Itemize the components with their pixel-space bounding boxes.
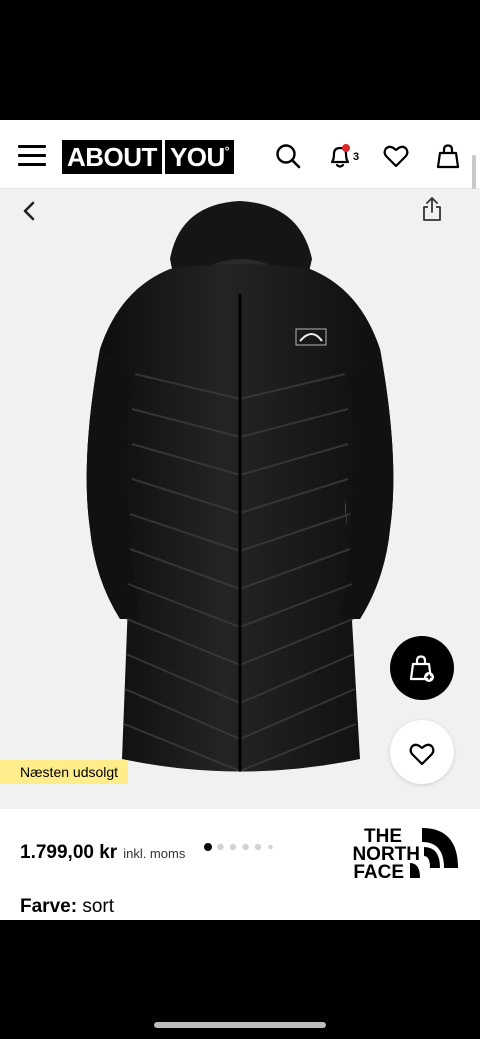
price-note: inkl. moms [123,846,186,861]
about-you-logo[interactable]: ABOUT YOU° [62,140,235,174]
price-value: 1.799,00 kr [20,842,118,863]
color-selection: Farve: sort [20,896,114,918]
color-value: sort [82,896,114,917]
back-arrow-icon[interactable] [18,199,42,223]
add-to-cart-button[interactable] [390,636,454,700]
pagination-dot[interactable] [229,843,237,851]
pagination-dot[interactable] [204,843,212,851]
product-image-jacket [86,201,394,773]
top-header: ABOUT YOU° 3 [0,120,480,215]
logo-text-left: ABOUT [62,140,162,174]
pagination-dot[interactable] [254,843,262,851]
low-stock-badge: Næsten udsolgt [0,760,129,784]
home-indicator[interactable] [154,1022,326,1028]
pagination-dot[interactable] [217,843,224,851]
heart-icon [409,743,435,766]
pagination-dot[interactable] [242,843,249,851]
brand-line-3: FACE [353,862,404,883]
add-to-wishlist-button[interactable] [390,720,454,784]
add-to-bag-icon [409,655,434,682]
color-label: Farve: [20,896,78,917]
search-icon[interactable] [274,142,302,170]
bell-icon[interactable] [326,142,354,170]
share-icon[interactable] [420,195,444,223]
app-screen: ABOUT YOU° 3 Næsten udsolgt 1.799,00 kr … [0,120,480,920]
notification-dot [342,144,350,152]
pagination-dot[interactable] [268,844,273,850]
menu-icon[interactable] [18,145,46,167]
brand-logo-the-north-face[interactable]: THE NORTH FACE [340,823,460,883]
product-image-gallery[interactable]: Næsten udsolgt [0,189,480,809]
bag-icon[interactable] [434,142,462,170]
heart-icon[interactable] [382,142,410,170]
notification-count: 3 [353,151,360,163]
logo-text-right: YOU° [164,140,235,174]
price: 1.799,00 kr inkl. moms [20,842,185,864]
